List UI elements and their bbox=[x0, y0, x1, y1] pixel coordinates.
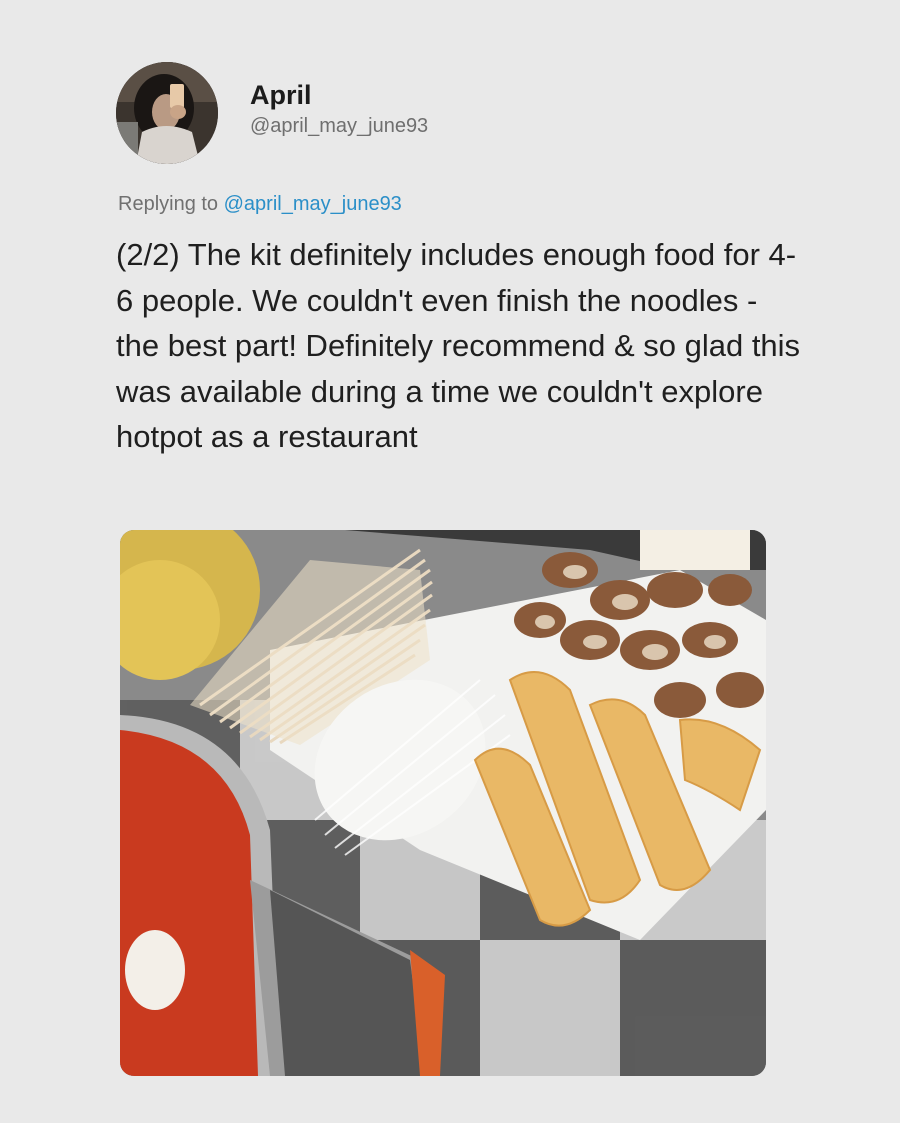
hotpot-photo-illustration bbox=[120, 530, 766, 1076]
replying-to: Replying to @april_may_june93 bbox=[118, 193, 402, 216]
replying-to-handle-link[interactable]: @april_may_june93 bbox=[224, 193, 402, 215]
avatar[interactable] bbox=[116, 62, 218, 164]
author-names: April @april_may_june93 bbox=[250, 78, 428, 140]
author-handle[interactable]: @april_may_june93 bbox=[250, 112, 428, 140]
replying-to-label: Replying to bbox=[118, 193, 219, 215]
tweet-text: (2/2) The kit definitely includes enough… bbox=[116, 237, 801, 454]
tweet-header: April @april_may_june93 bbox=[116, 62, 428, 164]
tweet-photo[interactable] bbox=[120, 530, 766, 1076]
display-name[interactable]: April bbox=[250, 78, 428, 112]
tweet-card: April @april_may_june93 Replying to @apr… bbox=[0, 0, 900, 1123]
